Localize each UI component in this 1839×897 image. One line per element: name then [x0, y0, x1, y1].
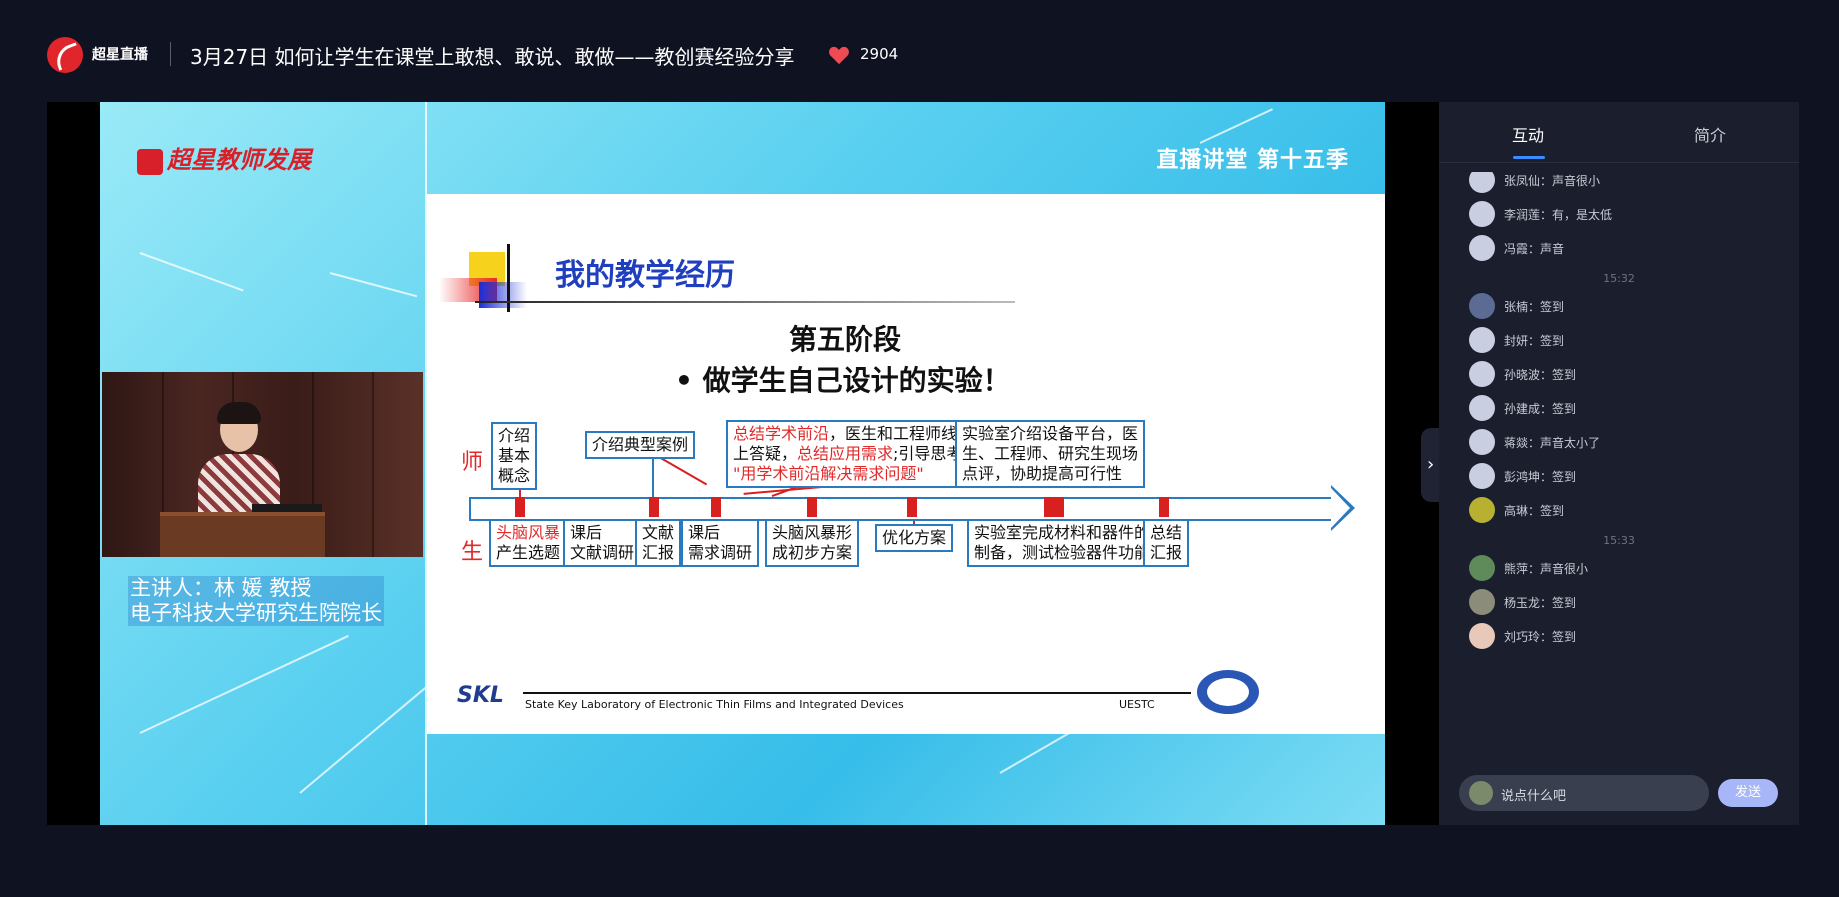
avatar: [1469, 235, 1495, 261]
app-name: 超星直播: [92, 47, 148, 63]
live-title: 3月27日 如何让学生在课堂上敢想、敢说、敢做——教创赛经验分享: [190, 45, 795, 69]
avatar: [1469, 623, 1495, 649]
student-step-3: 文献 汇报: [635, 519, 682, 567]
teacher-step-1: 介绍 基本 概念: [491, 422, 538, 490]
avatar: [1469, 555, 1495, 581]
avatar: [1469, 361, 1495, 387]
chevron-right-icon: ›: [1427, 454, 1435, 475]
chat-list[interactable]: 张凤仙：声音很小 李润莲：有，是太低 冯霞：声音 15:32 张楠：签到 封妍：…: [1439, 172, 1799, 762]
student-step-6: 优化方案: [875, 524, 954, 552]
avatar: [1469, 589, 1495, 615]
speaker-name: 主讲人：林 媛 教授: [128, 576, 384, 601]
send-button[interactable]: 发送: [1718, 779, 1778, 807]
chat-input-placeholder: 说点什么吧: [1501, 789, 1567, 804]
brand-logo: 超星教师发展: [137, 140, 311, 175]
avatar: [1469, 201, 1495, 227]
chat-input[interactable]: 说点什么吧: [1459, 775, 1709, 811]
student-step-4: 课后 需求调研: [681, 519, 760, 567]
tab-interaction[interactable]: 互动: [1512, 122, 1544, 146]
like-count: 2904: [860, 45, 899, 63]
role-teacher: 师: [461, 450, 484, 475]
student-step-1: 头脑风暴 产生选题: [489, 519, 568, 567]
teacher-step-2: 介绍典型案例: [585, 431, 696, 459]
teacher-step-3: 总结学术前沿，医生和工程师线 上答疑，总结应用需求;引导思考 "用学术前沿解决需…: [726, 420, 970, 488]
student-step-8: 总结 汇报: [1143, 519, 1190, 567]
skl-logo: SKL: [457, 683, 504, 708]
chat-timestamp: 15:32: [1603, 272, 1635, 285]
video-player[interactable]: 超星教师发展 直播讲堂 第十五季 主讲人：林 媛 教授 电子科技大学研究生院院长…: [47, 102, 1439, 825]
uestc-label: UESTC: [1119, 698, 1155, 711]
timeline-arrow: [469, 497, 1333, 521]
teacher-step-4: 实验室介绍设备平台，医 生、工程师、研究生现场 点评，协助提高可行性: [955, 420, 1146, 488]
student-step-2: 课后 文献调研: [563, 519, 642, 567]
speaker-caption: 主讲人：林 媛 教授 电子科技大学研究生院院长: [128, 576, 384, 626]
header-divider: [170, 42, 171, 66]
speaker-title: 电子科技大学研究生院院长: [128, 601, 384, 626]
avatar: [1469, 395, 1495, 421]
university-seal-icon: [1197, 670, 1259, 714]
student-step-7: 实验室完成材料和器件的 制备，测试检验器件功能: [967, 519, 1158, 567]
speaker-camera: [102, 372, 423, 557]
slide-title: 我的教学经历: [555, 258, 735, 293]
timeline-diagram: 师 生 介绍 基本 概念 介绍典型案例 总结学术前沿，医生和工程师线 上答疑，总…: [459, 416, 1359, 586]
avatar: [1469, 463, 1495, 489]
slide-stage: 第五阶段: [789, 323, 902, 356]
season-label: 直播讲堂 第十五季: [1156, 148, 1349, 173]
presentation-slide: 我的教学经历 第五阶段 • 做学生自己设计的实验！ 师 生 介绍 基本 概念 介…: [427, 194, 1385, 734]
student-step-5: 头脑风暴形 成初步方案: [765, 519, 860, 567]
avatar: [1469, 172, 1495, 193]
brand-text: 超星教师发展: [167, 145, 311, 174]
panel-tabs: 互动 简介: [1439, 102, 1799, 163]
chat-timestamp: 15:33: [1603, 534, 1635, 547]
active-tab-indicator: [1513, 156, 1545, 159]
brand-mark-icon: [137, 148, 163, 175]
video-frame: 超星教师发展 直播讲堂 第十五季 主讲人：林 媛 教授 电子科技大学研究生院院长…: [100, 102, 1385, 825]
avatar: [1469, 327, 1495, 353]
lab-name: State Key Laboratory of Electronic Thin …: [525, 698, 904, 711]
user-avatar: [1469, 781, 1493, 805]
heart-icon[interactable]: [828, 45, 850, 65]
avatar: [1469, 429, 1495, 455]
slide-bullet: • 做学生自己设计的实验！: [675, 364, 1011, 397]
side-panel: 互动 简介 张凤仙：声音很小 李润莲：有，是太低 冯霞：声音 15:32 张楠：…: [1439, 102, 1799, 825]
chaoxing-logo-icon: [47, 37, 83, 73]
role-student: 生: [461, 540, 484, 565]
tab-intro[interactable]: 简介: [1694, 122, 1726, 146]
avatar: [1469, 497, 1495, 523]
avatar: [1469, 293, 1495, 319]
